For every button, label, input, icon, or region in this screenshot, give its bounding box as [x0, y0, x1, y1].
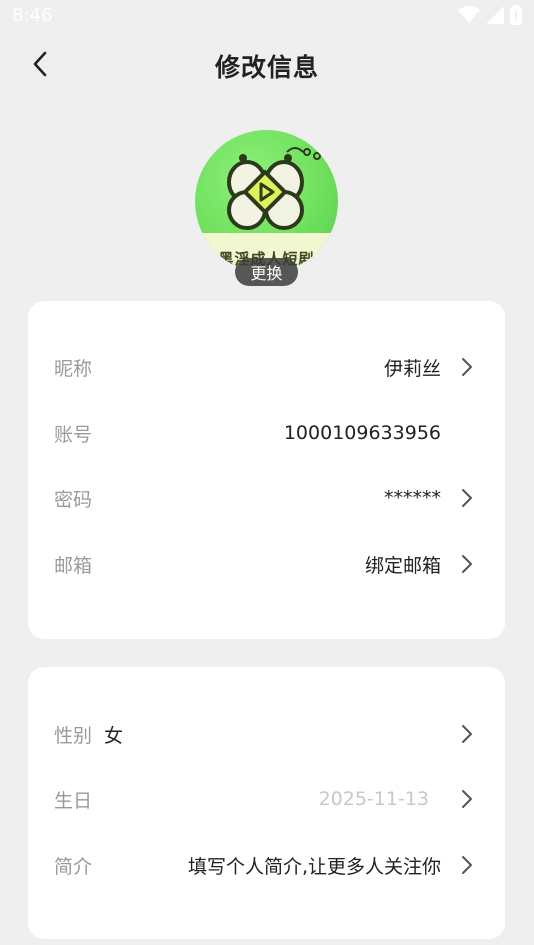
- bio-value: 填写个人简介,让更多人关注你: [187, 855, 441, 878]
- chevron-right-icon: [459, 356, 475, 378]
- status-bar: 8:46: [0, 0, 534, 30]
- status-time: 8:46: [12, 4, 53, 26]
- account-row: 账号 1000109633956: [28, 408, 505, 458]
- change-avatar-button[interactable]: 更换: [235, 258, 298, 286]
- avatar[interactable]: 黑淫成人短剧: [195, 130, 338, 273]
- avatar-image: 黑淫成人短剧: [195, 130, 338, 273]
- chevron-left-icon: [32, 51, 48, 81]
- chevron-right-icon: [459, 487, 475, 509]
- bio-label: 简介: [54, 855, 93, 878]
- nickname-value: 伊莉丝: [383, 357, 441, 380]
- chevron-right-icon: [459, 788, 475, 810]
- battery-icon: [510, 5, 522, 25]
- password-label: 密码: [54, 488, 93, 511]
- account-value: 1000109633956: [283, 422, 441, 444]
- nickname-row[interactable]: 昵称 伊莉丝: [28, 342, 505, 392]
- birthday-value: 2025-11-13: [318, 788, 429, 810]
- account-label: 账号: [54, 423, 93, 446]
- header: 修改信息: [0, 30, 534, 102]
- gender-row[interactable]: 性别 女: [28, 709, 505, 759]
- password-value: ******: [384, 487, 441, 509]
- gender-value: 女: [104, 724, 124, 747]
- bio-row[interactable]: 简介 填写个人简介,让更多人关注你: [28, 840, 505, 890]
- chevron-right-icon: [459, 553, 475, 575]
- back-button[interactable]: [22, 48, 58, 84]
- nickname-label: 昵称: [54, 357, 93, 380]
- status-icons: [458, 5, 522, 25]
- wifi-icon: [458, 6, 480, 24]
- profile-card: 性别 女 生日 2025-11-13 简介 填写个人简介,让更多人关注你: [28, 667, 505, 939]
- gender-label: 性别: [54, 724, 93, 747]
- birthday-label: 生日: [54, 789, 93, 812]
- chevron-right-icon: [459, 723, 475, 745]
- signal-icon: [486, 6, 504, 24]
- chevron-right-icon: [459, 854, 475, 876]
- email-label: 邮箱: [54, 554, 93, 577]
- page-title: 修改信息: [214, 53, 319, 82]
- birthday-row[interactable]: 生日 2025-11-13: [28, 774, 505, 824]
- password-row[interactable]: 密码 ******: [28, 473, 505, 523]
- account-card: 昵称 伊莉丝 账号 1000109633956 密码 ****** 邮箱 绑定邮…: [28, 301, 505, 639]
- email-value: 绑定邮箱: [364, 554, 441, 577]
- email-row[interactable]: 邮箱 绑定邮箱: [28, 539, 505, 589]
